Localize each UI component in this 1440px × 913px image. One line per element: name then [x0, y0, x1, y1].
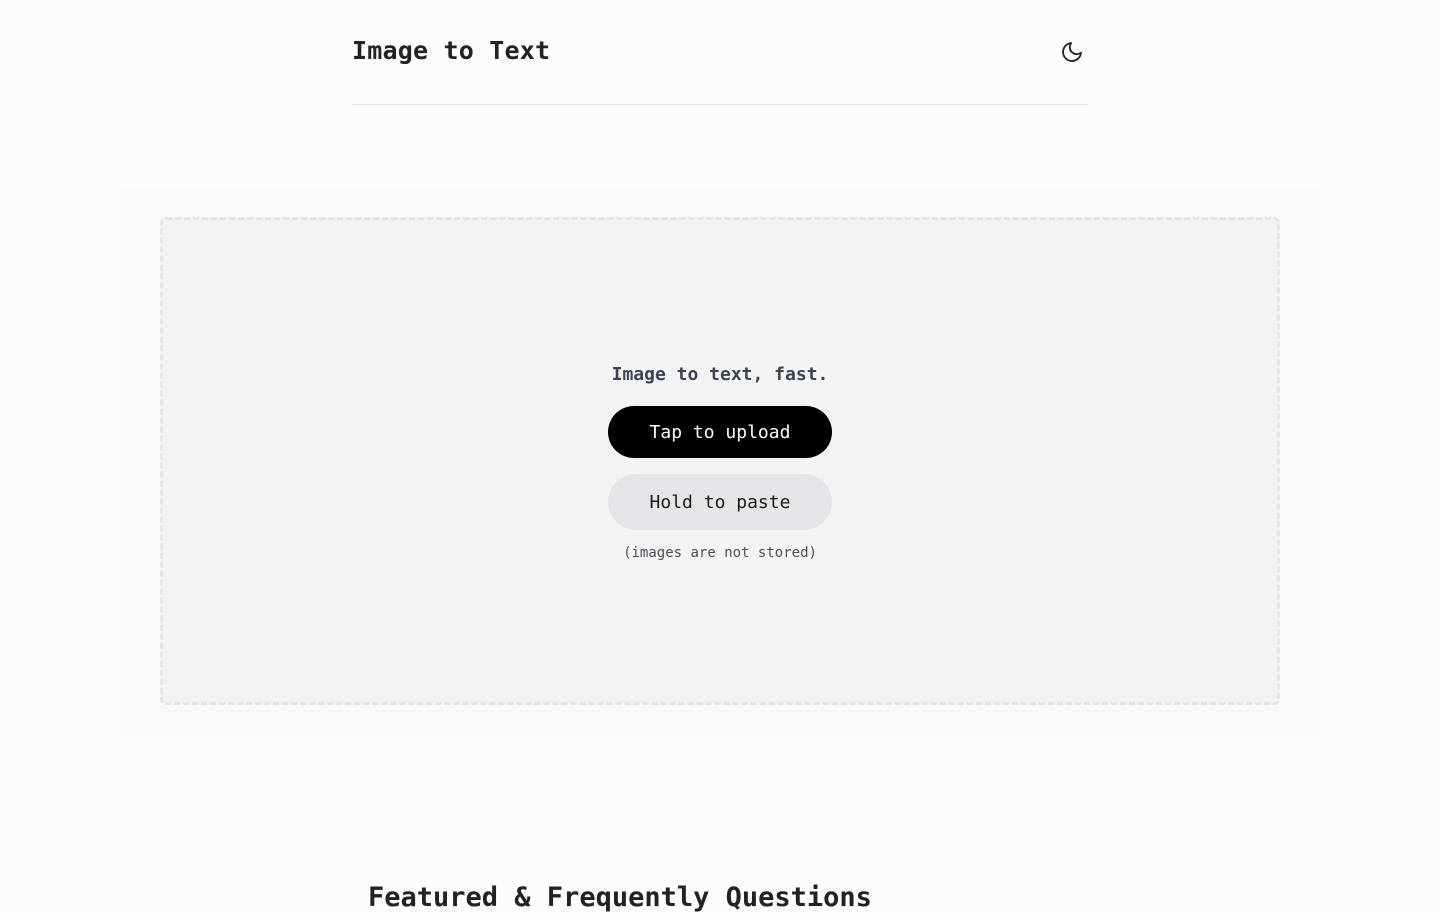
upload-button[interactable]: Tap to upload: [608, 406, 832, 458]
paste-button[interactable]: Hold to paste: [608, 474, 832, 530]
privacy-note: (images are not stored): [623, 545, 817, 561]
site-header: Image to Text: [352, 0, 1088, 105]
moon-icon: [1062, 42, 1082, 62]
app-title: Image to Text: [352, 36, 551, 65]
image-dropzone[interactable]: Image to text, fast. Tap to upload Hold …: [160, 217, 1280, 705]
faq-heading: Featured & Frequently Questions: [368, 882, 872, 913]
dropzone-tagline: Image to text, fast.: [611, 364, 829, 385]
upload-section: Image to text, fast. Tap to upload Hold …: [120, 189, 1320, 735]
theme-toggle-button[interactable]: [1058, 38, 1086, 66]
dropzone-content: Image to text, fast. Tap to upload Hold …: [163, 363, 1277, 562]
